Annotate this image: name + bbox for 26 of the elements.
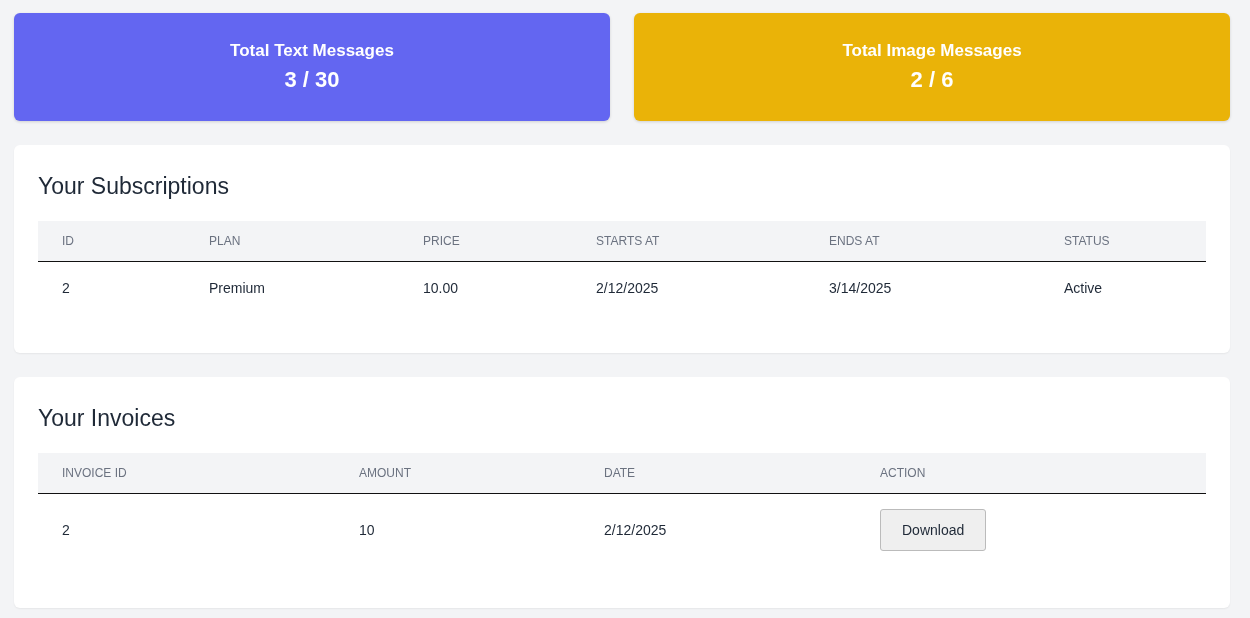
download-button[interactable]: Download bbox=[880, 508, 987, 551]
column-header: STARTS AT bbox=[596, 233, 660, 248]
stat-value: 2 / 6 bbox=[910, 67, 954, 93]
table-cell: 10 bbox=[359, 521, 375, 538]
column-header: ID bbox=[62, 233, 74, 248]
stat-label: Total Image Messages bbox=[842, 41, 1022, 61]
table-cell: 2/12/2025 bbox=[596, 279, 659, 296]
stat-value: 3 / 30 bbox=[284, 67, 340, 93]
column-header: PLAN bbox=[209, 233, 241, 248]
column-header: DATE bbox=[604, 465, 636, 480]
table-cell: 2/12/2025 bbox=[604, 521, 667, 538]
table-cell: Active bbox=[1064, 279, 1103, 296]
section-title: Your Invoices bbox=[38, 404, 177, 433]
column-header: PRICE bbox=[423, 233, 460, 248]
table-cell: 3/14/2025 bbox=[829, 279, 892, 296]
column-header: INVOICE ID bbox=[62, 465, 127, 480]
table-cell: 2 bbox=[62, 521, 70, 538]
column-header: AMOUNT bbox=[359, 465, 411, 480]
table-cell: Premium bbox=[209, 279, 265, 296]
column-header: ENDS AT bbox=[829, 233, 880, 248]
column-header: ACTION bbox=[880, 465, 926, 480]
table-cell: 10.00 bbox=[423, 279, 459, 296]
stat-label: Total Text Messages bbox=[230, 41, 394, 61]
column-header: STATUS bbox=[1064, 233, 1110, 248]
section-title: Your Subscriptions bbox=[38, 172, 230, 201]
table-cell: 2 bbox=[62, 279, 70, 296]
